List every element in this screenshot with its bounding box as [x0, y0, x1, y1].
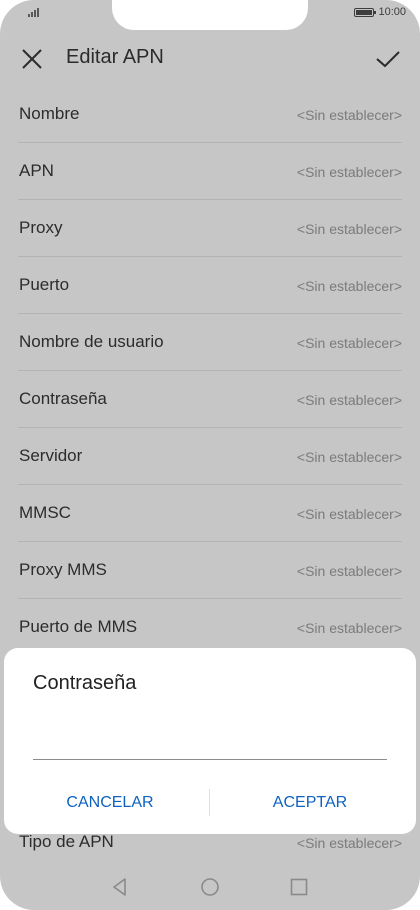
status-bar-right: 10:00 — [354, 6, 406, 18]
phone-screen: 10:00 Editar APN Nombre <Sin establecer>… — [0, 0, 420, 910]
check-icon[interactable] — [374, 45, 402, 73]
list-item[interactable]: Nombre de usuario <Sin establecer> — [18, 314, 402, 371]
signal-icon — [28, 8, 39, 17]
list-item-value: <Sin establecer> — [296, 164, 402, 180]
list-item-value: <Sin establecer> — [296, 563, 402, 579]
list-item[interactable]: Nombre <Sin establecer> — [18, 86, 402, 143]
camera-notch — [112, 0, 308, 30]
system-nav-bar — [0, 872, 420, 902]
list-item[interactable]: Proxy <Sin establecer> — [18, 200, 402, 257]
list-item[interactable]: Puerto <Sin establecer> — [18, 257, 402, 314]
list-item-label: Puerto de MMS — [19, 617, 138, 636]
list-item-label: Tipo de APN — [19, 832, 114, 851]
list-item-label: Proxy MMS — [19, 560, 107, 579]
accept-button[interactable]: ACEPTAR — [220, 788, 400, 818]
list-item-value: <Sin establecer> — [296, 107, 402, 123]
list-item-value: <Sin establecer> — [296, 221, 402, 237]
app-header: Editar APN — [0, 34, 420, 84]
list-item-label: MMSC — [19, 503, 71, 522]
list-item-label: Proxy — [19, 218, 63, 237]
list-item-value: <Sin establecer> — [296, 449, 402, 465]
home-circle-icon[interactable] — [199, 876, 221, 898]
cancel-button[interactable]: CANCELAR — [20, 788, 200, 818]
list-item-value: <Sin establecer> — [296, 506, 402, 522]
list-item-value: <Sin establecer> — [296, 392, 402, 408]
list-item-value: <Sin establecer> — [296, 335, 402, 351]
status-time: 10:00 — [378, 6, 406, 18]
recent-square-icon[interactable] — [288, 876, 310, 898]
password-dialog: Contraseña CANCELAR ACEPTAR — [4, 648, 416, 834]
list-item[interactable]: Proxy MMS <Sin establecer> — [18, 542, 402, 599]
list-item[interactable]: APN <Sin establecer> — [18, 143, 402, 200]
list-item-label: Contraseña — [19, 389, 107, 408]
list-item-label: APN — [19, 161, 54, 180]
password-input[interactable] — [33, 712, 387, 760]
list-item[interactable]: MMSC <Sin establecer> — [18, 485, 402, 542]
battery-icon — [354, 7, 377, 17]
apn-settings-list: Nombre <Sin establecer> APN <Sin estable… — [0, 86, 420, 656]
list-item-label: Puerto — [19, 275, 70, 294]
list-item[interactable]: Servidor <Sin establecer> — [18, 428, 402, 485]
list-item-value: <Sin establecer> — [296, 278, 402, 294]
back-triangle-icon[interactable] — [109, 876, 131, 898]
dialog-title: Contraseña — [33, 672, 137, 694]
list-item-value: <Sin establecer> — [296, 620, 402, 636]
dialog-button-divider — [209, 789, 210, 816]
page-title: Editar APN — [66, 46, 164, 68]
close-icon[interactable] — [18, 45, 46, 73]
list-item-label: Nombre — [19, 104, 80, 123]
list-item-label: Servidor — [19, 446, 83, 465]
list-item[interactable]: Contraseña <Sin establecer> — [18, 371, 402, 428]
list-item-value: <Sin establecer> — [296, 835, 402, 851]
list-item-label: Nombre de usuario — [19, 332, 164, 351]
